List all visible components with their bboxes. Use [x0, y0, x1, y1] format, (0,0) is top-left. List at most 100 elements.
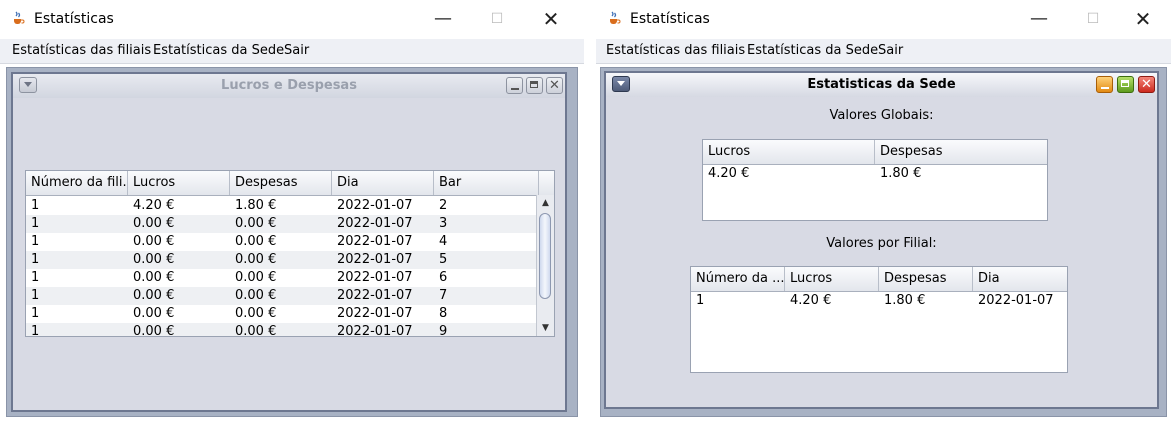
filial-values-table[interactable]: Número da ... Lucros Despesas Dia 1 4.20…	[690, 266, 1068, 373]
minimize-icon	[511, 88, 519, 90]
frame-minimize-button[interactable]	[506, 77, 523, 94]
maximize-button[interactable]: ☐	[474, 4, 520, 34]
cell-dia: 2022-01-07	[337, 288, 413, 303]
cell-dia: 2022-01-07	[337, 216, 413, 231]
column-header[interactable]: Dia	[332, 171, 434, 195]
vertical-scrollbar[interactable]: ▲ ▼	[536, 195, 554, 336]
table-row[interactable]: 1 0.00 € 0.00 € 2022-01-07 4	[26, 233, 537, 251]
cell-numero-filial: 1	[31, 324, 40, 337]
global-values-table[interactable]: Lucros Despesas 4.20 € 1.80 €	[702, 139, 1048, 221]
window-titlebar[interactable]: Estatísticas — ☐ ✕	[596, 0, 1171, 38]
close-icon: ✕	[549, 78, 560, 93]
cell-dia: 2022-01-07	[337, 234, 413, 249]
frame-minimize-button[interactable]	[1096, 76, 1113, 93]
internal-frame-titlebar[interactable]: Estatisticas da Sede ✕	[606, 73, 1157, 97]
internal-frame-estatisticas-sede: Estatisticas da Sede ✕ Valores Globais: …	[604, 71, 1159, 409]
table-row[interactable]: 1 4.20 € 1.80 € 2022-01-07	[691, 292, 1067, 310]
menu-bar: Estatísticas das filiais Estatísticas da…	[0, 39, 584, 64]
minimize-icon	[1101, 87, 1109, 89]
cell-bar: 9	[439, 324, 448, 337]
frame-close-button[interactable]: ✕	[546, 77, 563, 94]
menu-bar: Estatísticas das filiais Estatísticas da…	[596, 39, 1171, 64]
cell-numero-filial: 1	[696, 293, 705, 308]
cell-despesas: 0.00 €	[235, 324, 277, 337]
frame-maximize-button[interactable]	[1117, 76, 1134, 93]
global-values-label: Valores Globais:	[829, 108, 934, 123]
close-button[interactable]: ✕	[1120, 4, 1166, 34]
minimize-button[interactable]: —	[420, 4, 466, 34]
cell-numero-filial: 1	[31, 252, 40, 267]
table-header: Número da fili... Lucros Despesas Dia Ba…	[26, 171, 554, 196]
cell-dia: 2022-01-07	[337, 270, 413, 285]
column-header[interactable]: Lucros	[703, 140, 875, 164]
cell-despesas: 0.00 €	[235, 270, 277, 285]
column-header[interactable]: Número da ...	[691, 267, 785, 291]
cell-lucros: 4.20 €	[133, 198, 175, 213]
column-header[interactable]: Lucros	[785, 267, 879, 291]
column-header[interactable]: Bar	[434, 171, 539, 195]
scroll-down-icon[interactable]: ▼	[537, 320, 554, 336]
cell-despesas: 0.00 €	[235, 252, 277, 267]
menu-estatisticas-filiais[interactable]: Estatísticas das filiais	[12, 43, 151, 58]
menu-sair[interactable]: Sair	[284, 43, 309, 58]
column-header[interactable]: Lucros	[128, 171, 230, 195]
cell-despesas: 1.80 €	[235, 198, 277, 213]
frame-maximize-button[interactable]	[526, 77, 543, 94]
maximize-button[interactable]: ☐	[1070, 4, 1116, 34]
maximize-icon	[530, 81, 538, 88]
table-row[interactable]: 1 0.00 € 0.00 € 2022-01-07 9	[26, 323, 537, 337]
window-title: Estatísticas	[630, 11, 710, 27]
cell-despesas: 0.00 €	[235, 288, 277, 303]
cell-lucros: 0.00 €	[133, 324, 175, 337]
cell-numero-filial: 1	[31, 270, 40, 285]
column-header[interactable]: Dia	[973, 267, 1067, 291]
cell-numero-filial: 1	[31, 234, 40, 249]
menu-estatisticas-sede[interactable]: Estatísticas da Sede	[153, 43, 284, 58]
cell-despesas: 1.80 €	[880, 166, 922, 181]
column-header[interactable]: Despesas	[230, 171, 332, 195]
internal-frame-titlebar[interactable]: Lucros e Despesas ✕	[13, 74, 565, 98]
table-row[interactable]: 4.20 € 1.80 €	[703, 165, 1047, 183]
desktop-pane: Lucros e Despesas ✕ Número da fili... Lu…	[6, 67, 578, 417]
frame-close-button[interactable]: ✕	[1138, 76, 1155, 93]
scroll-thumb[interactable]	[539, 213, 551, 299]
cell-numero-filial: 1	[31, 216, 40, 231]
menu-sair[interactable]: Sair	[878, 43, 903, 58]
cell-bar: 5	[439, 252, 448, 267]
minimize-button[interactable]: —	[1016, 4, 1062, 34]
cell-despesas: 0.00 €	[235, 234, 277, 249]
table-header: Número da ... Lucros Despesas Dia	[691, 267, 1067, 292]
cell-dia: 2022-01-07	[337, 252, 413, 267]
cell-lucros: 0.00 €	[133, 306, 175, 321]
lucros-despesas-table[interactable]: Número da fili... Lucros Despesas Dia Ba…	[25, 170, 555, 337]
column-header[interactable]: Despesas	[879, 267, 973, 291]
menu-estatisticas-sede[interactable]: Estatísticas da Sede	[747, 43, 878, 58]
table-row[interactable]: 1 0.00 € 0.00 € 2022-01-07 7	[26, 287, 537, 305]
cell-bar: 8	[439, 306, 448, 321]
table-row[interactable]: 1 4.20 € 1.80 € 2022-01-07 2	[26, 197, 537, 215]
cell-numero-filial: 1	[31, 288, 40, 303]
app-window-2: Estatísticas — ☐ ✕ Estatísticas das fili…	[596, 0, 1171, 421]
cell-dia: 2022-01-07	[337, 324, 413, 337]
column-header[interactable]: Despesas	[875, 140, 1047, 164]
cell-bar: 4	[439, 234, 448, 249]
app-window-1: Estatísticas — ☐ ✕ Estatísticas das fili…	[0, 0, 584, 421]
cell-lucros: 0.00 €	[133, 252, 175, 267]
table-row[interactable]: 1 0.00 € 0.00 € 2022-01-07 5	[26, 251, 537, 269]
close-button[interactable]: ✕	[528, 4, 574, 34]
cell-numero-filial: 1	[31, 198, 40, 213]
table-row[interactable]: 1 0.00 € 0.00 € 2022-01-07 6	[26, 269, 537, 287]
column-header[interactable]: Número da fili...	[26, 171, 128, 195]
table-header: Lucros Despesas	[703, 140, 1047, 165]
scroll-up-icon[interactable]: ▲	[537, 195, 554, 211]
table-row[interactable]: 1 0.00 € 0.00 € 2022-01-07 3	[26, 215, 537, 233]
maximize-icon	[1121, 80, 1129, 87]
menu-estatisticas-filiais[interactable]: Estatísticas das filiais	[606, 43, 745, 58]
internal-frame-lucros-despesas: Lucros e Despesas ✕ Número da fili... Lu…	[11, 72, 567, 412]
window-titlebar[interactable]: Estatísticas — ☐ ✕	[0, 0, 584, 38]
filial-values-label: Valores por Filial:	[826, 236, 937, 251]
table-row[interactable]: 1 0.00 € 0.00 € 2022-01-07 8	[26, 305, 537, 323]
internal-frame-title: Lucros e Despesas	[221, 78, 357, 93]
cell-bar: 2	[439, 198, 448, 213]
cell-lucros: 4.20 €	[790, 293, 832, 308]
